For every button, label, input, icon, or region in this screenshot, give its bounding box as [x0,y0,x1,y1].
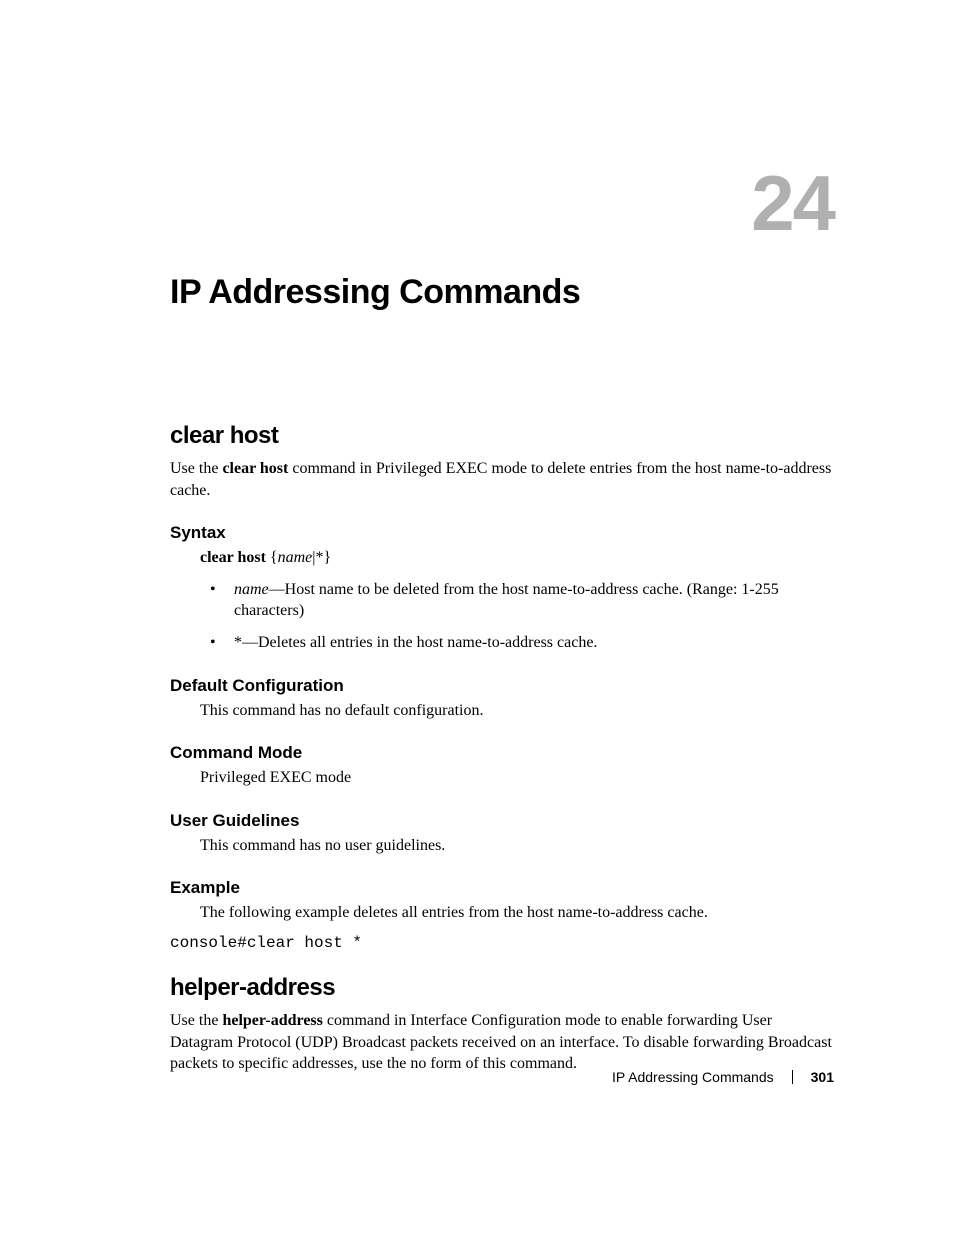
example-heading: Example [170,878,834,898]
syntax-bullet-2: *—Deletes all entries in the host name-t… [210,632,834,654]
section-clear-host-title: clear host [170,422,834,450]
example-code: console#clear host * [170,934,834,952]
command-mode-text: Privileged EXEC mode [200,767,834,789]
default-config-heading: Default Configuration [170,676,834,696]
page-footer: IP Addressing Commands 301 [612,1069,834,1085]
example-text: The following example deletes all entrie… [200,902,834,924]
section-helper-address-title: helper-address [170,974,834,1002]
command-mode-heading: Command Mode [170,743,834,763]
footer-chapter-name: IP Addressing Commands [612,1069,774,1085]
helper-address-intro: Use the helper-address command in Interf… [170,1010,834,1075]
chapter-title: IP Addressing Commands [170,273,834,312]
user-guidelines-heading: User Guidelines [170,811,834,831]
syntax-bullet-1: name—Host name to be deleted from the ho… [210,579,834,622]
clear-host-intro: Use the clear host command in Privileged… [170,458,834,501]
footer-page-number: 301 [811,1069,834,1085]
syntax-bullets: name—Host name to be deleted from the ho… [210,579,834,654]
chapter-number: 24 [751,158,834,249]
syntax-line: clear host {name|*} [200,547,834,569]
footer-divider [792,1070,793,1084]
syntax-heading: Syntax [170,523,834,543]
default-config-text: This command has no default configuratio… [200,700,834,722]
user-guidelines-text: This command has no user guidelines. [200,835,834,857]
